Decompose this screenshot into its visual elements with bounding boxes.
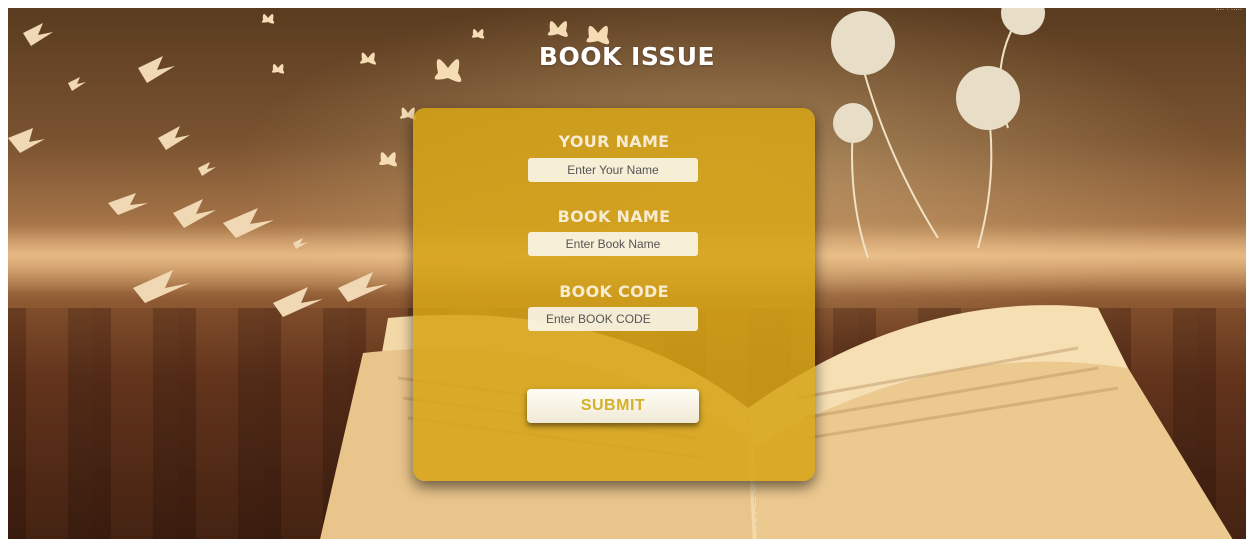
your-name-label: YOUR NAME	[558, 132, 670, 151]
submit-button[interactable]: SUBMIT	[527, 389, 699, 423]
page-title: BOOK ISSUE	[538, 42, 716, 71]
book-code-label: BOOK CODE	[559, 282, 669, 301]
background-image: ···· · ····· BOOK ISSUE YOUR NAME BOOK N…	[8, 8, 1246, 539]
book-name-label: BOOK NAME	[557, 207, 671, 226]
your-name-input[interactable]	[528, 158, 698, 182]
book-name-input[interactable]	[528, 232, 698, 256]
book-code-input[interactable]	[528, 307, 698, 331]
book-issue-form: YOUR NAME BOOK NAME BOOK CODE SUBMIT	[413, 108, 815, 481]
corner-text: ···· · ·····	[1215, 8, 1242, 14]
